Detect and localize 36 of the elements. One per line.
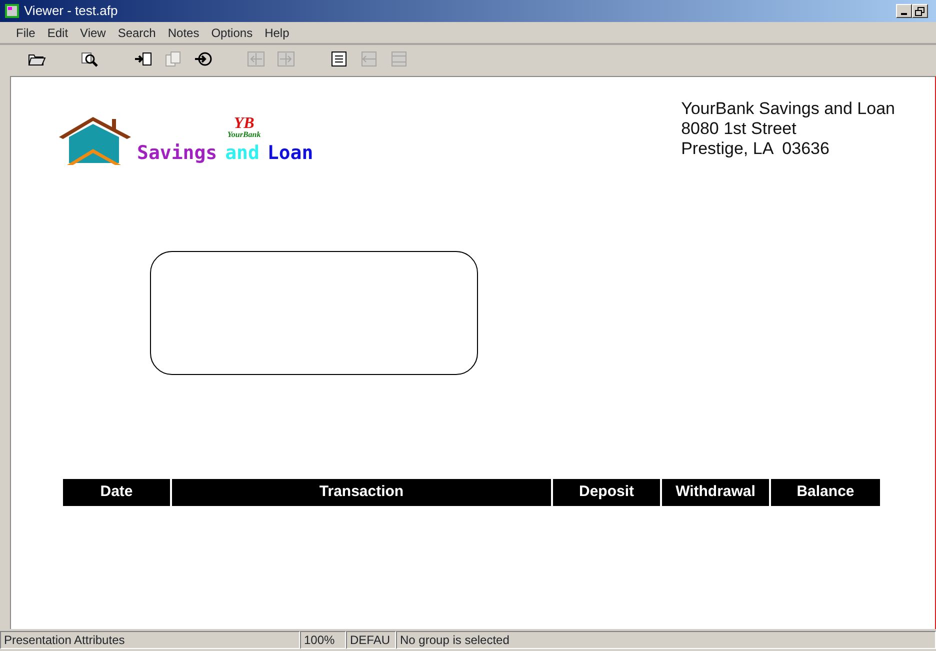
app-icon [4, 3, 20, 19]
window-title: Viewer - test.afp [24, 2, 118, 20]
menu-item[interactable]: Options [205, 24, 259, 42]
menu-item[interactable]: Notes [162, 24, 206, 42]
list-icon [329, 49, 349, 69]
collapse-icon [359, 49, 379, 69]
menu-item[interactable]: Edit [41, 24, 74, 42]
status-field: No group is selected [396, 631, 936, 649]
column-header: Withdrawal [662, 479, 771, 506]
column-header: Date [63, 479, 172, 506]
logo-word: Savings [137, 140, 218, 166]
restore-icon [915, 6, 925, 16]
column-header: Transaction [172, 479, 553, 506]
menu-item[interactable]: Help [258, 24, 296, 42]
address-line: 8080 1st Street [681, 119, 798, 139]
status-field: 100% [300, 631, 346, 649]
restore-button[interactable] [912, 4, 928, 18]
column-header: Deposit [553, 479, 662, 506]
logo-initials: YB [234, 116, 254, 130]
minimize-button[interactable] [896, 4, 912, 18]
address-line: Prestige, LA 03636 [681, 139, 830, 159]
menu-item[interactable]: File [10, 24, 42, 42]
logo-brand-name: YourBank [227, 130, 261, 138]
pages-icon [163, 49, 183, 69]
logo-word: Loan [267, 140, 314, 166]
status-field: DEFAU [346, 631, 396, 649]
house-icon [57, 115, 133, 167]
menu-item[interactable]: View [74, 24, 112, 42]
address-line: YourBank Savings and Loan [681, 99, 895, 119]
arrow-right-box-icon [276, 49, 296, 69]
arrow-left-box-icon [246, 49, 266, 69]
column-header: Balance [796, 482, 856, 502]
logo-word: and [225, 140, 260, 166]
status-field: Presentation Attributes [0, 631, 300, 649]
expand-icon [389, 49, 409, 69]
menu-item[interactable]: Search [112, 24, 162, 42]
